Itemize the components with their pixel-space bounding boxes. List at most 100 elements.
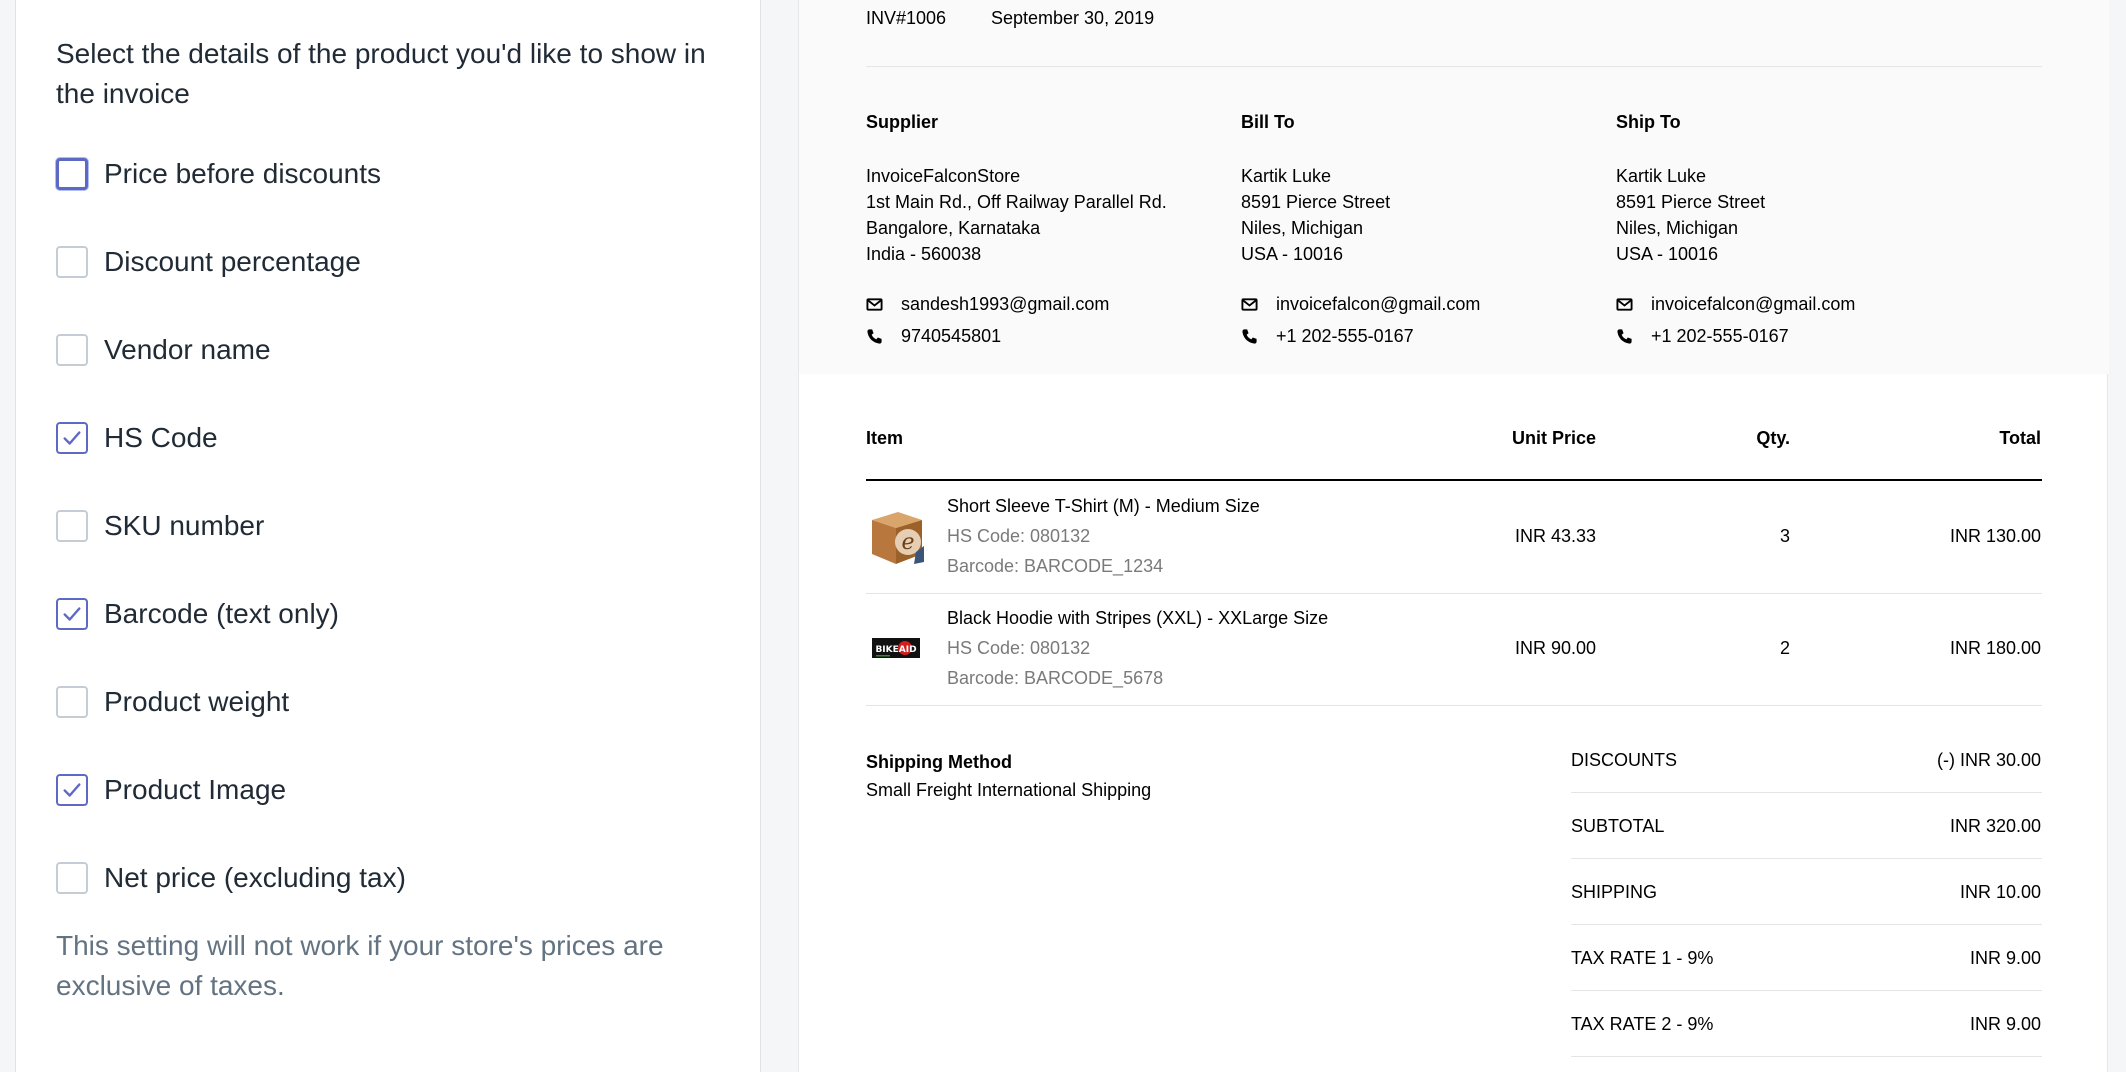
checkbox[interactable]	[56, 510, 88, 542]
address-line: 1st Main Rd., Off Railway Parallel Rd.	[866, 192, 1167, 212]
ship-to-address: Kartik Luke 8591 Pierce Street Niles, Mi…	[1616, 163, 1765, 267]
item-barcode: Barcode: BARCODE_5678	[947, 668, 1164, 688]
column-header-unit-price: Unit Price	[1511, 428, 1596, 448]
summary-label-discounts: DISCOUNTS	[1571, 750, 1678, 770]
option-net-price[interactable]: Net price (excluding tax)	[56, 858, 406, 898]
checkbox-checked[interactable]	[56, 774, 88, 806]
address-line: 8591 Pierce Street	[1616, 192, 1766, 212]
option-price-before-discounts[interactable]: Price before discounts	[56, 154, 381, 194]
supplier-phone: 9740545801	[866, 326, 1001, 347]
bill-to-heading: Bill To	[1241, 112, 1295, 132]
option-label: Price before discounts	[104, 158, 382, 189]
address-line: 8591 Pierce Street	[1241, 192, 1391, 212]
row-divider	[866, 705, 2042, 706]
address-line: InvoiceFalconStore	[866, 166, 1021, 186]
address-line: India - 560038	[866, 244, 982, 264]
checkmark-icon	[63, 431, 81, 445]
item-barcode: Barcode: BARCODE_1234	[947, 556, 1164, 576]
option-label: Net price (excluding tax)	[104, 862, 406, 893]
invoice-date: September 30, 2019	[991, 8, 1155, 28]
phone-icon	[1617, 329, 1632, 344]
invoice-preview: INV#1006 September 30, 2019 Supplier Inv…	[798, 0, 2109, 1072]
column-header-item: Item	[866, 428, 904, 448]
item-name: Short Sleeve T-Shirt (M) - Medium Size	[947, 496, 1260, 516]
item-hs-code: HS Code: 080132	[947, 526, 1091, 546]
item-unit-price: INR 43.33	[1514, 526, 1596, 546]
row-divider	[866, 593, 2042, 594]
checkbox-checked[interactable]	[56, 422, 88, 454]
item-name: Black Hoodie with Stripes (XXL) - XXLarg…	[947, 608, 1329, 628]
divider	[866, 66, 2042, 67]
item-total: INR 130.00	[1949, 526, 2041, 546]
product-box-e-logo-icon: e	[872, 512, 924, 564]
option-label: Vendor name	[104, 334, 271, 365]
ship-to-heading: Ship To	[1616, 112, 1681, 132]
option-label: Barcode (text only)	[104, 598, 339, 629]
bill-to-address: Kartik Luke 8591 Pierce Street Niles, Mi…	[1241, 163, 1390, 267]
checkbox-checked[interactable]	[56, 598, 88, 630]
email-text: invoicefalcon@gmail.com	[1651, 294, 1856, 314]
bikeaid-logo-text: BIKEAID	[875, 645, 916, 655]
summary-value-discounts: (-) INR 30.00	[1936, 750, 2041, 770]
summary-value-tax-1: INR 9.00	[1969, 948, 2041, 968]
item-total: INR 180.00	[1949, 638, 2041, 658]
ship-to-email: invoicefalcon@gmail.com	[1616, 294, 1855, 315]
checkbox[interactable]	[56, 334, 88, 366]
address-line: Niles, Michigan	[1616, 218, 1739, 238]
summary-divider	[1571, 858, 2042, 859]
address-line: Kartik Luke	[1241, 166, 1332, 186]
supplier-address: InvoiceFalconStore 1st Main Rd., Off Rai…	[866, 163, 1167, 267]
envelope-icon	[1616, 298, 1633, 311]
envelope-icon	[866, 298, 883, 311]
table-header-divider	[866, 479, 2042, 481]
item-unit-price: INR 90.00	[1514, 638, 1596, 658]
checkbox[interactable]	[56, 158, 88, 190]
email-text: sandesh1993@gmail.com	[901, 294, 1110, 314]
address-line: USA - 10016	[1616, 244, 1719, 264]
checkbox[interactable]	[56, 686, 88, 718]
svg-text:e: e	[901, 530, 914, 555]
summary-divider	[1571, 924, 2042, 925]
option-product-image[interactable]: Product Image	[56, 770, 286, 810]
invoice-number: INV#1006	[866, 8, 947, 28]
checkmark-icon	[63, 607, 81, 621]
product-bikeaid-logo-icon: BIKEAID	[872, 638, 920, 658]
phone-text: +1 202-555-0167	[1276, 326, 1414, 346]
option-sku-number[interactable]: SKU number	[56, 506, 264, 546]
item-hs-code: HS Code: 080132	[947, 638, 1091, 658]
column-header-qty: Qty.	[1756, 428, 1790, 448]
address-line: Bangalore, Karnataka	[866, 218, 1041, 238]
summary-label-shipping: SHIPPING	[1571, 882, 1658, 902]
option-label: Product weight	[104, 686, 290, 717]
phone-icon	[867, 329, 882, 344]
option-discount-percentage[interactable]: Discount percentage	[56, 242, 361, 282]
ship-to-phone: +1 202-555-0167	[1616, 326, 1789, 347]
address-line: Kartik Luke	[1616, 166, 1707, 186]
summary-value-shipping: INR 10.00	[1959, 882, 2041, 902]
item-qty: 3	[1779, 526, 1790, 546]
checkbox[interactable]	[56, 246, 88, 278]
summary-divider	[1571, 990, 2042, 991]
option-hs-code[interactable]: HS Code	[56, 418, 218, 458]
supplier-heading: Supplier	[866, 112, 939, 132]
bill-to-phone: +1 202-555-0167	[1241, 326, 1414, 347]
checkbox[interactable]	[56, 862, 88, 894]
item-qty: 2	[1779, 638, 1790, 658]
summary-value-tax-2: INR 9.00	[1969, 1014, 2041, 1034]
bill-to-email: invoicefalcon@gmail.com	[1241, 294, 1480, 315]
summary-label-subtotal: SUBTOTAL	[1571, 816, 1665, 836]
help-text: This setting will not work if your store…	[56, 930, 664, 1001]
shipping-method-value: Small Freight International Shipping	[866, 780, 1152, 800]
email-text: invoicefalcon@gmail.com	[1276, 294, 1481, 314]
shipping-method-heading: Shipping Method	[866, 752, 1012, 772]
supplier-email: sandesh1993@gmail.com	[866, 294, 1109, 315]
option-label: HS Code	[104, 422, 218, 453]
summary-divider	[1571, 1056, 2042, 1057]
settings-panel: Select the details of the product you'd …	[15, 0, 761, 1072]
option-product-weight[interactable]: Product weight	[56, 682, 289, 722]
option-barcode[interactable]: Barcode (text only)	[56, 594, 339, 634]
option-vendor-name[interactable]: Vendor name	[56, 330, 271, 370]
option-label: Discount percentage	[104, 246, 361, 277]
envelope-icon	[1241, 298, 1258, 311]
summary-divider	[1571, 792, 2042, 793]
